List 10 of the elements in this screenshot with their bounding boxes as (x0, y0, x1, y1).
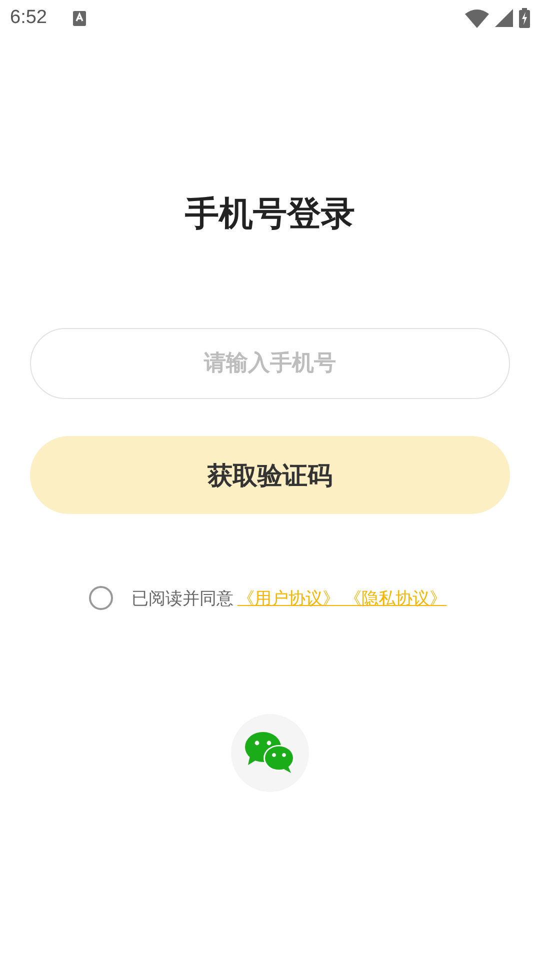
wifi-icon (465, 8, 489, 28)
battery-charging-icon (519, 8, 530, 28)
agreement-checkbox[interactable] (89, 586, 114, 610)
keyboard-notification-icon (72, 10, 86, 26)
signal-icon (495, 9, 513, 27)
status-time: 6:52 (10, 7, 47, 29)
chat-bubbles-icon (244, 732, 296, 774)
phone-input-field[interactable]: 请输入手机号 (30, 328, 510, 399)
agreement-text: 已阅读并同意 (131, 588, 234, 610)
page-title: 手机号登录 (185, 193, 355, 236)
